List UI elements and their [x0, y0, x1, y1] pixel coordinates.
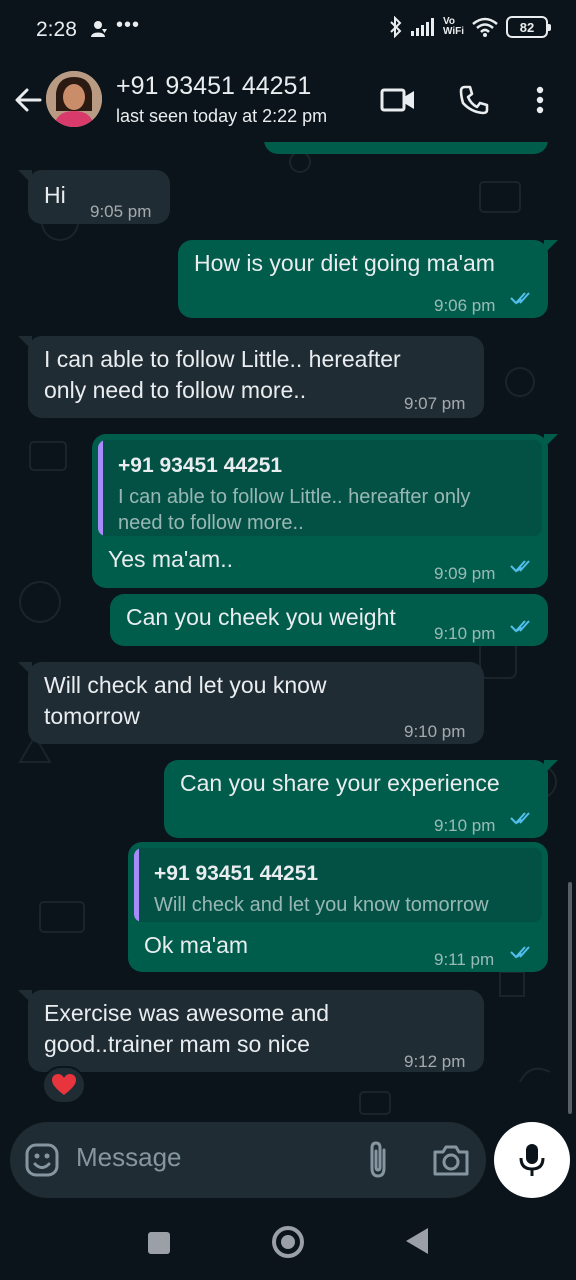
- vowifi-icon: Vo WiFi: [443, 17, 464, 37]
- emoji-button[interactable]: [24, 1142, 60, 1178]
- read-ticks-icon: [510, 292, 530, 305]
- message-text: Yes ma'am..: [108, 546, 233, 572]
- message-text-line1: Exercise was awesome and: [44, 1000, 330, 1026]
- status-bar: 2:28 ••• Vo WiFi 82: [0, 0, 576, 62]
- home-button[interactable]: [272, 1226, 304, 1258]
- message-bubble-outgoing[interactable]: How is your diet going ma'am 9:06 pm: [178, 240, 558, 318]
- message-text-line2: only need to follow more..: [44, 377, 307, 403]
- message-time: 9:12 pm: [404, 1052, 466, 1071]
- contact-name[interactable]: +91 93451 44251: [116, 72, 311, 101]
- voice-record-button[interactable]: [494, 1122, 570, 1198]
- message-time: 9:10 pm: [434, 816, 496, 835]
- video-call-button[interactable]: [378, 82, 418, 118]
- message-composer: Message: [10, 1122, 486, 1198]
- video-call-icon: [380, 88, 414, 112]
- bubble-tail: [18, 990, 32, 1004]
- quote-accent-bar: [98, 440, 103, 536]
- message-time: 9:05 pm: [90, 202, 152, 221]
- wifi-icon: [472, 17, 498, 37]
- scrollbar[interactable]: [568, 882, 572, 1114]
- message-text-line2: tomorrow: [44, 703, 140, 729]
- voice-call-button[interactable]: [454, 80, 494, 120]
- voice-call-icon: [459, 85, 489, 115]
- message-text: Can you share your experience: [180, 770, 500, 796]
- message-time: 9:07 pm: [404, 394, 466, 413]
- message-bubble-incoming[interactable]: I can able to follow Little.. hereafter …: [18, 336, 484, 418]
- message-bubble-partial[interactable]: [264, 142, 548, 154]
- message-bubble-outgoing-reply[interactable]: +91 93451 44251 Will check and let you k…: [128, 842, 548, 972]
- camera-button[interactable]: [432, 1142, 470, 1178]
- bubble-tail: [18, 336, 32, 350]
- message-text-line1: Will check and let you know: [44, 672, 327, 698]
- contact-last-seen: last seen today at 2:22 pm: [116, 106, 328, 126]
- message-input[interactable]: Message: [76, 1142, 182, 1173]
- back-button[interactable]: [8, 80, 48, 120]
- read-ticks-icon: [510, 620, 530, 633]
- message-text-line1: I can able to follow Little.. hereafter: [44, 346, 401, 372]
- system-back-button[interactable]: [406, 1228, 428, 1254]
- message-time: 9:06 pm: [434, 296, 496, 315]
- quoted-sender: +91 93451 44251: [118, 454, 283, 477]
- quoted-text-line1: I can able to follow Little.. hereafter …: [118, 486, 471, 508]
- emoji-icon: [25, 1143, 59, 1177]
- quote-accent-bar: [134, 848, 139, 922]
- signal-icon: [410, 18, 435, 36]
- message-time: 9:10 pm: [434, 624, 496, 643]
- message-bubble-outgoing[interactable]: Can you share your experience 9:10 pm: [164, 760, 558, 838]
- message-text: How is your diet going ma'am: [194, 250, 495, 276]
- heart-icon: [52, 1074, 76, 1095]
- message-bubble-incoming[interactable]: Exercise was awesome and good..trainer m…: [18, 990, 484, 1072]
- message-bubble-incoming[interactable]: Will check and let you know tomorrow 9:1…: [18, 662, 484, 744]
- chat-area[interactable]: Hi 9:05 pm How is your diet going ma'am …: [0, 142, 576, 1122]
- message-text: Hi: [44, 182, 66, 208]
- more-options-button[interactable]: [524, 80, 556, 120]
- read-ticks-icon: [510, 812, 530, 825]
- message-time: 9:11 pm: [434, 950, 495, 969]
- message-text: Can you cheek you weight: [126, 604, 396, 630]
- system-navigation-bar: [0, 1206, 576, 1280]
- message-text: Ok ma'am: [144, 932, 249, 958]
- message-bubble-outgoing-reply[interactable]: +91 93451 44251 I can able to follow Lit…: [92, 434, 558, 588]
- quoted-sender: +91 93451 44251: [154, 862, 319, 885]
- message-bubble-outgoing[interactable]: Can you cheek you weight 9:10 pm: [110, 594, 548, 646]
- bluetooth-icon: [389, 16, 403, 38]
- battery-icon: 82: [506, 16, 551, 38]
- camera-icon: [433, 1145, 469, 1176]
- quoted-message[interactable]: +91 93451 44251 Will check and let you k…: [134, 848, 542, 922]
- message-time: 9:10 pm: [404, 722, 466, 741]
- bubble-tail: [544, 760, 558, 774]
- mic-icon: [519, 1144, 545, 1176]
- attach-icon: [370, 1141, 386, 1178]
- recent-apps-button[interactable]: [148, 1232, 170, 1254]
- message-text-line2: good..trainer mam so nice: [44, 1031, 310, 1057]
- contact-avatar[interactable]: [46, 71, 102, 127]
- bubble-tail: [544, 240, 558, 254]
- read-ticks-icon: [510, 560, 530, 573]
- notification-person-icon: [90, 20, 108, 38]
- vowifi-line2: WiFi: [442, 26, 464, 37]
- quoted-text-line1: Will check and let you know tomorrow: [154, 894, 489, 916]
- bubble-tail: [18, 170, 32, 184]
- status-more-dots: •••: [116, 14, 141, 36]
- attach-button[interactable]: [362, 1140, 394, 1180]
- heart-reaction[interactable]: [42, 1066, 86, 1104]
- quoted-text-line2: need to follow more..: [118, 512, 304, 534]
- bubble-tail: [544, 434, 558, 448]
- status-time: 2:28: [36, 18, 77, 41]
- more-vert-icon: [536, 86, 544, 114]
- bubble-tail: [18, 662, 32, 676]
- quoted-message[interactable]: +91 93451 44251 I can able to follow Lit…: [98, 440, 542, 536]
- back-arrow-icon: [15, 88, 42, 112]
- message-time: 9:09 pm: [434, 564, 496, 583]
- message-bubble-incoming[interactable]: Hi 9:05 pm: [18, 170, 170, 224]
- read-ticks-icon: [510, 946, 530, 959]
- status-right-icons: Vo WiFi 82: [389, 16, 551, 38]
- chat-header: +91 93451 44251 last seen today at 2:22 …: [0, 62, 576, 142]
